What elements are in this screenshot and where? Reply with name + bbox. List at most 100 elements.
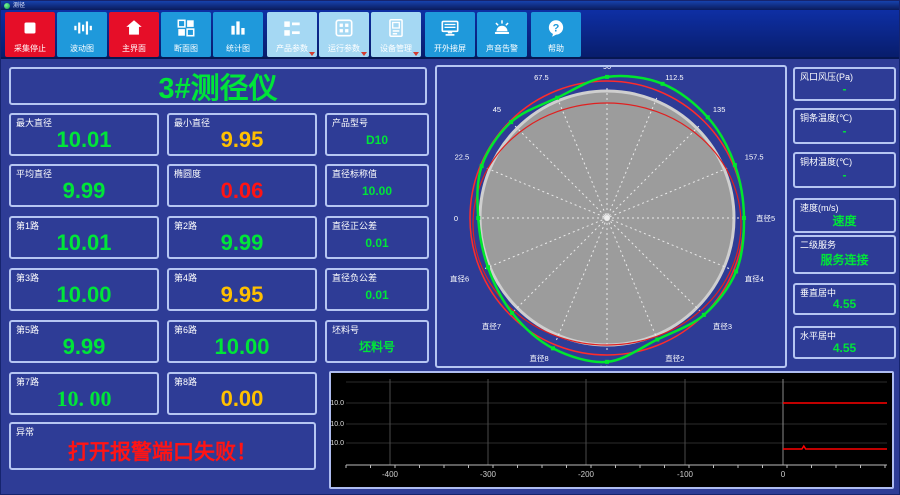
toolbar-button-3[interactable]: 主界面	[109, 12, 159, 57]
x-axis-tick-label: -200	[578, 470, 595, 479]
angle-tick-label: 135	[713, 105, 726, 114]
toolbar-button-label: 开外接屏	[434, 44, 466, 53]
exception-box: 异常 打开报警端口失败！	[9, 422, 316, 470]
metric-box-r6c2: 第8路 0.00	[167, 372, 317, 415]
toolbar-button-5[interactable]: 统计图	[213, 12, 263, 57]
page-title: 3#测径仪	[158, 73, 278, 105]
status-box-4: 速度(m/s) 速度	[793, 198, 896, 233]
x-axis-tick-label: -400	[382, 470, 399, 479]
toolbar-button-8[interactable]: 设备管理	[371, 12, 421, 57]
external-screen-icon	[441, 20, 459, 36]
trend-chart: 10.0 10.0 10.0 -400 -300 -200 -100 0	[330, 373, 892, 487]
toolbar-button-10[interactable]: 声音告警	[477, 12, 527, 57]
profile-point-marker	[701, 312, 706, 317]
toolbar-button-6[interactable]: 产品参数	[267, 12, 317, 57]
titlebar: 测径	[1, 1, 899, 10]
metric-value: 0.01	[365, 235, 389, 250]
angle-tick-label: 90	[603, 67, 611, 71]
y-axis-tick-label: 10.0	[331, 440, 344, 447]
home-icon	[126, 20, 142, 35]
toolbar-button-label: 运行参数	[328, 44, 360, 53]
angle-tick-label: 45	[493, 105, 501, 114]
metric-box-r4c3: 直径负公差 0.01	[325, 268, 429, 311]
toolbar-button-9[interactable]: 开外接屏	[425, 12, 475, 57]
status-box-7: 水平居中 4.55	[793, 326, 896, 359]
toolbar-button-4[interactable]: 断面图	[161, 12, 211, 57]
status-value[interactable]: 服务连接	[795, 247, 894, 272]
metric-box-r2c3: 直径标称值 10.00	[325, 164, 429, 207]
toolbar-button-label: 设备管理	[380, 44, 412, 53]
metric-value: 10. 00	[56, 385, 112, 411]
product-params-icon	[284, 21, 300, 36]
svg-text:?: ?	[553, 22, 560, 34]
toolbar-button-label: 声音告警	[486, 44, 518, 53]
profile-point-marker	[660, 81, 665, 86]
profile-point-marker	[479, 164, 484, 169]
profile-point-marker	[605, 359, 609, 364]
angle-tick-label: 22.5	[455, 153, 470, 162]
metric-value: 10.00	[56, 281, 112, 307]
profile-point-marker	[550, 346, 555, 351]
toolbar-button-label: 采集停止	[14, 44, 46, 53]
diameter-name-label: 直径7	[482, 321, 501, 331]
metric-value: 10.01	[56, 126, 112, 152]
metric-value: 10.00	[361, 183, 393, 198]
status-value[interactable]: 速度	[795, 210, 894, 231]
metric-value: 0.01	[365, 287, 389, 302]
metric-value: 9.95	[220, 281, 264, 307]
status-value: -	[842, 168, 847, 182]
toolbar-button-1[interactable]: 采集停止	[5, 12, 55, 57]
status-value: 4.55	[832, 297, 857, 311]
application-window: 测径 采集停止 波动图 主界面 断面图 统计图 产品参数 运行参数 设备管理 开外接屏 声音告警?…	[0, 0, 900, 495]
angle-tick-label: 112.5	[665, 73, 683, 82]
toolbar-button-2[interactable]: 波动图	[57, 12, 107, 57]
metric-value: 9.95	[220, 126, 264, 152]
metric-box-r5c1: 第5路 9.99	[9, 320, 159, 363]
sections-icon	[177, 19, 195, 37]
device-manage-icon	[389, 18, 403, 38]
toolbar-button-label: 统计图	[226, 44, 250, 53]
alarm-icon	[494, 20, 510, 35]
diameter-name-label: 直径8	[530, 353, 549, 363]
metric-value: 0.00	[220, 385, 264, 411]
polar-chart-panel: 0 直径5 22.5 直径4 45 直径3 67.5 直径2 90 直径1 112.5 直径8 135 直…	[435, 62, 787, 374]
metric-box-r3c2: 第2路 9.99	[167, 216, 317, 259]
status-box-5: 二级服务 服务连接	[793, 235, 896, 274]
toolbar-button-label: 主界面	[122, 44, 146, 53]
toolbar-button-7[interactable]: 运行参数	[319, 12, 369, 57]
metric-box-r2c2: 椭圆度 0.06	[167, 164, 317, 207]
metric-value: D10	[365, 132, 388, 147]
metric-value: 9.99	[62, 177, 106, 203]
waveform-icon	[74, 21, 92, 35]
toolbar-button-label: 产品参数	[276, 44, 308, 53]
status-value: -	[842, 82, 847, 96]
diameter-name-label: 直径5	[756, 213, 775, 223]
profile-point-marker	[509, 120, 514, 125]
barchart-icon	[231, 21, 245, 35]
metric-box-r5c3: 坯料号 坯料号	[325, 320, 429, 363]
metric-box-r1c2: 最小直径 9.95	[167, 113, 317, 156]
profile-point-marker	[605, 74, 609, 79]
dropdown-arrow-icon	[309, 52, 315, 56]
toolbar-button-label: 断面图	[174, 44, 198, 53]
toolbar: 采集停止 波动图 主界面 断面图 统计图 产品参数 运行参数 设备管理 开外接屏 声音告警 ? 帮助	[1, 10, 899, 59]
diameter-name-label: 直径4	[745, 273, 764, 283]
profile-point-marker	[476, 216, 481, 220]
metric-box-r4c2: 第4路 9.95	[167, 268, 317, 311]
x-axis-tick-label: -100	[677, 470, 694, 479]
x-axis-tick-label: 0	[781, 470, 786, 479]
profile-point-marker	[555, 95, 560, 100]
status-box-1: 风口风压(Pa) -	[793, 67, 896, 101]
profile-point-marker	[734, 269, 739, 274]
metric-box-r3c1: 第1路 10.01	[9, 216, 159, 259]
metric-box-r1c3: 产品型号 D10	[325, 113, 429, 156]
metric-value: 9.99	[220, 229, 264, 255]
y-axis-tick-label: 10.0	[331, 421, 344, 428]
toolbar-button-11[interactable]: ? 帮助	[531, 12, 581, 57]
metric-value: 10.01	[56, 229, 112, 255]
profile-point-marker	[655, 337, 660, 342]
stop-icon	[24, 22, 36, 34]
angle-tick-label: 67.5	[534, 73, 549, 82]
exception-message: 打开报警端口失败！	[68, 441, 257, 464]
status-box-3: 铜材温度(℃) -	[793, 152, 896, 188]
